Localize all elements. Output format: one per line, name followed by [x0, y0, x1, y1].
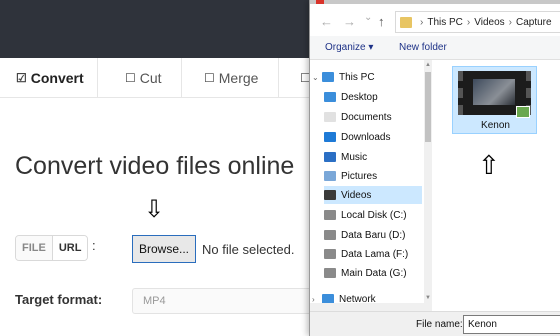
recent-locations-icon[interactable]: ⌄: [364, 12, 372, 23]
checkbox-icon: ☐: [204, 71, 215, 85]
nav-item-label: This PC: [339, 71, 375, 83]
organize-menu[interactable]: Organize ▾: [325, 42, 373, 53]
tab-divider: [278, 58, 279, 98]
address-bar: ← → ⌄ ↑ › This PC › Videos › Capture: [310, 4, 560, 36]
nav-horizontal-scrollbar[interactable]: [310, 303, 432, 311]
arrow-down-icon: ⇩: [144, 196, 165, 223]
breadcrumb-item[interactable]: Videos: [474, 17, 504, 28]
nav-item-label: Local Disk (C:): [341, 209, 407, 221]
breadcrumb-separator: ›: [466, 16, 471, 28]
nav-item-label: Main Data (G:): [341, 267, 407, 279]
command-bar: Organize ▾ New folder: [310, 36, 560, 60]
open-file-dialog: ← → ⌄ ↑ › This PC › Videos › Capture Org…: [309, 0, 560, 336]
thumbnail-image: [473, 79, 515, 105]
location-icon: [324, 152, 336, 162]
nav-item[interactable]: Local Disk (C:): [324, 206, 422, 224]
tab-cut[interactable]: ☐ Cut: [125, 58, 162, 98]
location-icon: [324, 210, 336, 220]
file-item[interactable]: Kenon: [452, 66, 537, 134]
location-icon: [324, 268, 336, 278]
page-title: Convert video files online: [15, 152, 295, 180]
nav-item-label: Data Lama (F:): [341, 248, 409, 260]
tab-label: Merge: [218, 70, 259, 86]
video-thumbnail: [458, 71, 531, 118]
tab-divider: [97, 58, 98, 98]
breadcrumb-separator: ›: [508, 16, 512, 28]
folder-icon: [400, 16, 412, 28]
source-file-option[interactable]: FILE: [16, 236, 52, 260]
media-player-icon: [516, 106, 530, 118]
nav-item-label: Downloads: [341, 131, 391, 143]
nav-scrollbar[interactable]: ▲ ▼: [424, 60, 432, 303]
location-icon: [324, 132, 336, 142]
nav-item[interactable]: Data Baru (D:): [324, 226, 422, 244]
location-icon: [324, 92, 336, 102]
scroll-thumb[interactable]: [425, 72, 431, 142]
file-list: Kenon ⇧: [432, 60, 560, 310]
nav-item[interactable]: Desktop: [324, 88, 422, 106]
location-icon: [324, 171, 336, 181]
tab-label: Convert: [30, 70, 84, 86]
navigation-pane: ⌄ This PC Desktop Documents Downloads Music Pi…: [310, 60, 432, 318]
breadcrumb-item[interactable]: This PC: [427, 17, 463, 28]
location-icon: [322, 72, 334, 82]
nav-item-label: Documents: [341, 111, 392, 123]
source-url-option[interactable]: URL: [51, 236, 88, 260]
source-toggle: FILE URL: [15, 235, 89, 261]
nav-item-label: Desktop: [341, 91, 378, 103]
expand-icon[interactable]: ⌄: [312, 73, 322, 82]
source-colon: :: [92, 238, 96, 253]
nav-item-label: Videos: [341, 189, 372, 201]
nav-item[interactable]: Documents: [324, 108, 422, 126]
tab-merge[interactable]: ☐ Merge: [204, 58, 258, 98]
breadcrumb-item[interactable]: Capture: [516, 17, 552, 28]
back-icon[interactable]: ←: [320, 14, 333, 29]
nav-item[interactable]: Data Lama (F:): [324, 245, 422, 263]
target-format-select[interactable]: MP4: [132, 288, 312, 314]
nav-item-label: Music: [341, 151, 368, 163]
nav-item[interactable]: ⌄ This PC: [312, 68, 422, 86]
browse-button[interactable]: Browse...: [132, 235, 196, 263]
nav-item-label: Pictures: [341, 170, 378, 182]
nav-item[interactable]: Main Data (G:): [324, 264, 422, 282]
nav-item[interactable]: Music: [324, 148, 422, 166]
file-name-label: File name:: [416, 319, 463, 330]
scroll-up-icon[interactable]: ▲: [424, 60, 432, 70]
tab-label: Cut: [139, 70, 162, 86]
breadcrumb-separator: ›: [420, 16, 424, 28]
location-icon: [324, 190, 336, 200]
nav-item[interactable]: Downloads: [324, 128, 422, 146]
checkbox-icon: ☑: [16, 71, 27, 85]
scroll-down-icon[interactable]: ▼: [424, 293, 432, 303]
breadcrumb[interactable]: › This PC › Videos › Capture: [395, 11, 560, 33]
location-icon: [324, 230, 336, 240]
checkbox-icon: ☐: [125, 71, 136, 85]
dialog-footer: File name: Kenon: [310, 311, 560, 336]
tab-convert[interactable]: ☑ Convert: [16, 58, 84, 98]
nav-item-label: Data Baru (D:): [341, 229, 406, 241]
location-icon: [324, 249, 336, 259]
tab-divider: [181, 58, 182, 98]
target-format-label: Target format:: [15, 292, 103, 307]
new-folder-button[interactable]: New folder: [399, 42, 447, 53]
location-icon: [324, 112, 336, 122]
forward-icon[interactable]: →: [343, 14, 356, 29]
arrow-up-icon: ⇧: [478, 150, 500, 180]
up-folder-icon[interactable]: ↑: [378, 14, 385, 29]
file-name: Kenon: [481, 120, 510, 131]
no-file-status: No file selected.: [202, 242, 295, 257]
nav-item[interactable]: Videos: [324, 186, 422, 204]
nav-item[interactable]: Pictures: [324, 167, 422, 185]
file-name-input[interactable]: Kenon: [463, 315, 560, 334]
